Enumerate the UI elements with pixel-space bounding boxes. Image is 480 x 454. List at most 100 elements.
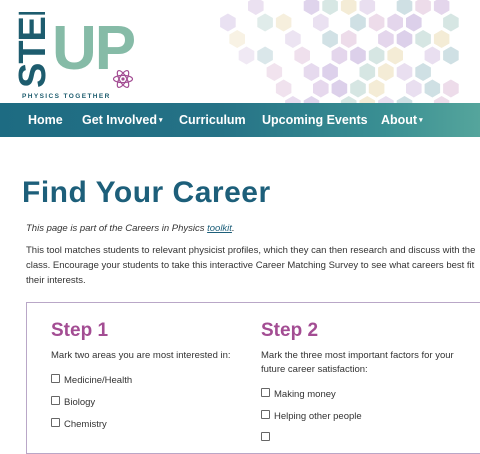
step2-option[interactable]: Making money: [261, 388, 336, 400]
page-description: This tool matches students to relevant p…: [26, 245, 476, 286]
nav-curriculum-label: Curriculum: [179, 113, 246, 127]
caret-down-icon: ▾: [419, 117, 423, 124]
hexagon-shape: [257, 46, 273, 65]
hexagon-shape: [387, 46, 403, 65]
logo-step-text: STEP: [14, 12, 50, 88]
hexagon-shape: [313, 13, 329, 32]
step1-option[interactable]: Medicine/Health: [51, 374, 132, 386]
career-survey: Step 1 Mark two areas you are most inter…: [26, 302, 480, 454]
nav-home[interactable]: Home: [28, 103, 63, 137]
hexagon-shape: [396, 63, 413, 81]
nav-curriculum[interactable]: Curriculum: [179, 103, 246, 137]
page-title: Find Your Career: [22, 176, 271, 209]
site-header: STEP UP PHYSICS TOGETHER: [0, 0, 480, 103]
hexagon-shape: [331, 79, 348, 98]
hexagon-shape: [266, 63, 283, 81]
hexagon-shape: [443, 79, 459, 98]
toolkit-note-suffix: .: [231, 223, 235, 234]
hexagon-shape: [340, 0, 357, 15]
nav-about[interactable]: About ▾: [381, 103, 423, 137]
hexagon-shape: [424, 46, 441, 65]
checkbox[interactable]: [51, 374, 60, 383]
hexagon-shape: [368, 46, 385, 65]
nav-get-involved[interactable]: Get Involved ▾: [82, 103, 163, 137]
nav-about-label: About: [381, 113, 418, 127]
step1-option[interactable]: Biology: [51, 396, 95, 408]
hexagon-shape: [378, 30, 394, 48]
checkbox[interactable]: [261, 432, 270, 441]
stepup-logo[interactable]: STEP UP PHYSICS TOGETHER: [14, 12, 136, 100]
hexagon-shape: [229, 30, 245, 48]
step1-instruction: Mark two areas you are most interested i…: [51, 350, 231, 361]
hexagon-shape: [396, 0, 413, 15]
nav-upcoming-events-label: Upcoming Events: [262, 113, 368, 127]
hexagon-shape: [220, 13, 236, 32]
hexagon-shape: [257, 13, 273, 32]
hexagon-shape: [387, 13, 403, 32]
hexagon-shape: [285, 96, 301, 103]
nav-home-label: Home: [28, 113, 63, 127]
step2-option-partial[interactable]: [261, 432, 274, 444]
hexagon-shape: [368, 79, 385, 98]
option-label: Helping other people: [274, 411, 362, 422]
logo-tagline: PHYSICS TOGETHER: [22, 93, 111, 100]
hexagon-shape: [350, 13, 366, 32]
hexagon-shape: [396, 96, 413, 103]
toolkit-note: This page is part of the Careers in Phys…: [26, 223, 235, 234]
hexagon-shape: [350, 79, 366, 98]
hexagon-shape: [359, 0, 376, 15]
checkbox[interactable]: [51, 396, 60, 405]
hexagon-shape: [368, 13, 385, 32]
hexagon-shape: [443, 46, 459, 65]
hexagon-shape: [322, 63, 338, 81]
hexagon-shape: [415, 63, 431, 81]
nav-get-involved-label: Get Involved: [82, 113, 158, 127]
hexagon-shape: [406, 13, 422, 32]
option-label: Making money: [274, 389, 336, 400]
hexagon-shape: [378, 96, 394, 103]
hexagon-shape: [378, 63, 394, 81]
checkbox[interactable]: [51, 418, 60, 427]
hexagon-shape: [424, 79, 441, 98]
hexagon-shape: [433, 96, 450, 103]
hexagon-shape: [322, 0, 338, 15]
hexagon-shape: [415, 0, 431, 15]
hexagon-shape: [303, 0, 320, 15]
hexagon-shape: [340, 96, 357, 103]
hexagon-shape: [275, 79, 292, 98]
hexagon-pattern: [220, 0, 459, 103]
hexagon-shape: [303, 96, 320, 103]
hexagon-shape: [313, 79, 329, 98]
step2-instruction: Mark the three most important factors fo…: [261, 350, 454, 375]
caret-down-icon: ▾: [159, 117, 163, 124]
hexagon-shape: [359, 96, 376, 103]
hexagon-shape: [248, 0, 264, 15]
hexagon-shape: [340, 30, 357, 48]
toolkit-link[interactable]: toolkit: [207, 223, 232, 234]
hexagon-shape: [396, 30, 413, 48]
svg-text:STEP: STEP: [14, 12, 50, 88]
hexagon-shape: [322, 30, 338, 48]
hexagon-shape: [433, 30, 450, 48]
hexagon-shape: [415, 30, 431, 48]
hexagon-shape: [350, 46, 366, 65]
hexagon-shape: [294, 46, 310, 65]
hexagon-shape: [275, 13, 292, 32]
hexagon-shape: [331, 46, 348, 65]
option-label: Medicine/Health: [64, 375, 133, 386]
checkbox[interactable]: [261, 388, 270, 397]
step1-option[interactable]: Chemistry: [51, 418, 107, 430]
hexagon-shape: [359, 63, 376, 81]
toolkit-note-text: This page is part of the Careers in Phys…: [26, 223, 208, 234]
hexagon-shape: [303, 63, 320, 81]
hexagon-shape: [406, 79, 422, 98]
hexagon-shape: [238, 46, 255, 65]
step2-title: Step 2: [261, 320, 319, 341]
nav-upcoming-events[interactable]: Upcoming Events: [262, 103, 368, 137]
hexagon-shape: [285, 30, 301, 48]
atom-icon: [112, 69, 134, 89]
step1-title: Step 1: [51, 320, 109, 341]
step2-option[interactable]: Helping other people: [261, 410, 362, 422]
checkbox[interactable]: [261, 410, 270, 419]
hexagon-shape: [443, 13, 459, 32]
